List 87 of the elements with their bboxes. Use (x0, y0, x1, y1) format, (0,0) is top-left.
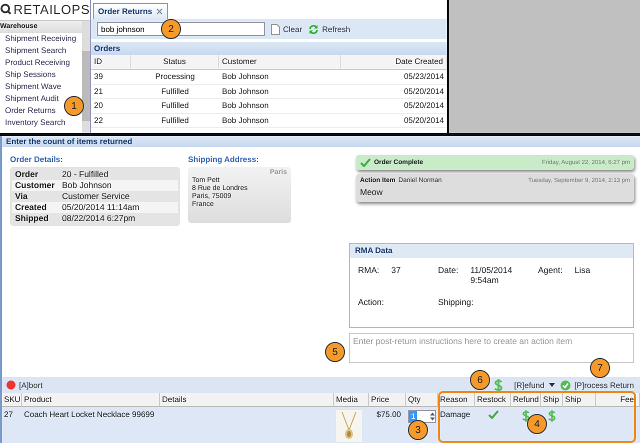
sidebar-item[interactable]: Shipment Search (0, 45, 66, 57)
sidebar-item[interactable]: Shipment Wave (0, 81, 62, 93)
field-value: Lisa (574, 265, 590, 277)
table-cell-text: 27 (3, 409, 14, 421)
table-cell: 21 (91, 84, 131, 99)
table-cell: Bob Johnson (219, 84, 341, 99)
column-header[interactable]: Media (334, 393, 369, 407)
field-label: RMA: (358, 265, 380, 277)
spinner-arrows-icon[interactable] (430, 412, 435, 421)
table-cell-text: Damage (439, 409, 472, 421)
field-value: 11/05/2014 9:54am (470, 265, 514, 285)
column-header[interactable]: Date Created (341, 55, 447, 70)
table-cell-text: $75.00 (376, 409, 402, 421)
dollar-icon[interactable] (522, 410, 530, 422)
callout-badge: 5 (325, 342, 345, 362)
column-header[interactable]: ID (91, 55, 131, 70)
clear-button[interactable]: Clear (271, 24, 302, 34)
column-header[interactable]: Details (160, 393, 334, 407)
field-value: Bob Johnson (62, 180, 112, 191)
field-label: Date: (438, 265, 458, 277)
refresh-icon (308, 24, 320, 34)
field-label: Shipped (14, 213, 50, 224)
tab[interactable]: Order Returns (93, 3, 168, 19)
column-header[interactable]: Fee (596, 393, 640, 407)
field-label: Agent: (538, 265, 563, 277)
checkmark-icon (360, 158, 371, 167)
sidebar-item[interactable]: Shipment Audit (0, 93, 59, 105)
field-value: 37 (391, 265, 401, 277)
panel-title: Enter the count of items returned (2, 136, 640, 147)
table-cell: Fulfilled (131, 114, 219, 128)
field-label: Via (14, 191, 29, 202)
column-header[interactable]: Ship (541, 393, 563, 407)
column-header[interactable]: Product (22, 393, 160, 407)
orders-header: Orders (91, 42, 447, 55)
column-header[interactable]: Ship (563, 393, 596, 407)
field-label: Created (14, 202, 48, 213)
section-label: Order Details: (10, 155, 64, 164)
column-header[interactable]: Refund (511, 393, 541, 407)
field-label: Customer (14, 180, 56, 191)
dropdown-icon[interactable] (549, 383, 556, 387)
table-cell: Fulfilled (131, 84, 219, 99)
refresh-button[interactable]: Refresh (308, 24, 350, 34)
column-header[interactable]: Restock (475, 393, 511, 407)
close-icon[interactable] (156, 8, 164, 15)
abort-button[interactable]: [A]bort (6, 380, 43, 390)
instructions-field[interactable]: Enter post-return instructions here to create an action item (349, 333, 634, 363)
field-label: Shipping: (438, 297, 474, 307)
check-circle-icon (560, 380, 572, 390)
column-header[interactable]: Status (131, 55, 219, 70)
field-value: 08/22/2014 6:27pm (62, 213, 136, 224)
column-header[interactable]: Price (369, 393, 406, 407)
sidebar-item[interactable]: Ship Sessions (0, 69, 56, 81)
field-value: Customer Service (62, 191, 130, 202)
column-header[interactable]: SKU (2, 393, 22, 407)
section-label: Shipping Address: (188, 155, 260, 164)
callout-badge: 6 (470, 370, 490, 390)
callout-badge: 1 (64, 96, 84, 116)
rma-header: RMA Data (350, 244, 633, 258)
sidebar-item[interactable]: Shipment Receiving (0, 33, 76, 45)
column-header[interactable]: Customer (219, 55, 341, 70)
field-label: Order (14, 169, 40, 180)
refund-button[interactable]: [R]efund (514, 380, 544, 390)
table-cell-text: Coach Heart Locket Necklace 99699 (23, 409, 156, 421)
field-value: 05/20/2014 11:14am (62, 202, 140, 213)
checkmark-icon[interactable] (488, 410, 498, 419)
column-header[interactable]: Reason (438, 393, 475, 407)
sidebar-item[interactable]: Inventory Search (0, 117, 66, 129)
table-cell: Fulfilled (131, 99, 219, 114)
table-cell: Bob Johnson (219, 70, 341, 84)
sidebar-item[interactable]: Order Returns (0, 105, 56, 117)
document-icon (271, 24, 280, 34)
sidebar-item[interactable]: Product Receiving (0, 57, 70, 69)
logo-text: RETAILOPS (13, 2, 90, 16)
table-cell: 22 (91, 114, 131, 128)
logo-icon (0, 3, 12, 15)
scrollbar[interactable] (82, 21, 90, 133)
table-cell: Bob Johnson (219, 99, 341, 114)
column-header[interactable]: Qty (406, 393, 438, 407)
process-return-button[interactable]: [P]rocess Return (560, 380, 634, 390)
stop-icon (6, 380, 16, 390)
event-note: Meow (360, 187, 384, 199)
table-cell: 20 (91, 99, 131, 114)
table-cell: Processing (131, 70, 219, 84)
field-label: Action: (358, 297, 384, 307)
field-value: 20 - Fulfilled (62, 169, 108, 180)
table-cell: 39 (91, 70, 131, 84)
table-cell: Bob Johnson (219, 114, 341, 128)
